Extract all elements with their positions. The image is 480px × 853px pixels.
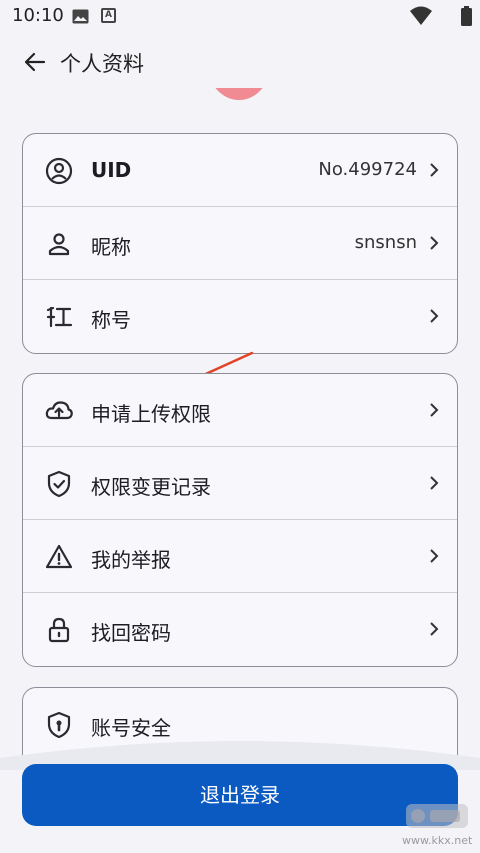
nickname-row[interactable]: 昵称 snsnsn (23, 207, 457, 280)
profile-card: UID No.499724 昵称 snsnsn 称号 (22, 133, 458, 354)
chevron-right-icon (430, 309, 439, 323)
cloud-upload-icon (45, 401, 73, 420)
uid-value: No.499724 (318, 159, 417, 180)
watermark-logo (406, 804, 468, 828)
my-reports-row[interactable]: 我的举报 (23, 520, 457, 593)
nickname-label: 昵称 (91, 235, 131, 259)
chevron-right-icon (430, 403, 439, 417)
app-bar: 个人资料 (0, 40, 480, 84)
chevron-right-icon (430, 163, 439, 177)
permission-card: 申请上传权限 权限变更记录 我的举报 找回密码 (22, 373, 458, 667)
chevron-right-icon (430, 236, 439, 250)
battery-icon (461, 6, 472, 26)
chevron-right-icon (430, 476, 439, 490)
user-circle-icon (45, 157, 73, 185)
gallery-notification-icon (72, 9, 89, 24)
apply-upload-permission-row[interactable]: 申请上传权限 (23, 374, 457, 447)
person-icon (48, 233, 70, 256)
app-notification-icon: A (101, 8, 116, 23)
wifi-icon (410, 6, 432, 25)
chevron-right-icon (430, 622, 439, 636)
page-title: 个人资料 (60, 52, 144, 76)
lock-icon (48, 617, 70, 643)
permission-change-log-row[interactable]: 权限变更记录 (23, 447, 457, 520)
status-time: 10:10 (12, 5, 64, 26)
logout-button[interactable]: 退出登录 (22, 764, 458, 826)
title-row[interactable]: 称号 (23, 280, 457, 353)
apply-upload-permission-label: 申请上传权限 (91, 402, 211, 426)
back-arrow-icon[interactable] (22, 49, 48, 75)
recover-password-label: 找回密码 (91, 621, 171, 645)
uid-label: UID (91, 158, 132, 182)
status-bar: 10:10 A (0, 0, 480, 34)
my-reports-label: 我的举报 (91, 548, 171, 572)
permission-change-log-label: 权限变更记录 (91, 475, 211, 499)
recover-password-row[interactable]: 找回密码 (23, 593, 457, 666)
shield-check-icon (47, 470, 71, 498)
title-label: 称号 (91, 308, 131, 332)
chevron-right-icon (430, 549, 439, 563)
nickname-value: snsnsn (354, 232, 417, 253)
watermark-text: www.kkx.net (402, 834, 473, 847)
title-icon (46, 306, 73, 328)
warning-icon (45, 544, 73, 569)
uid-row[interactable]: UID No.499724 (23, 134, 457, 207)
